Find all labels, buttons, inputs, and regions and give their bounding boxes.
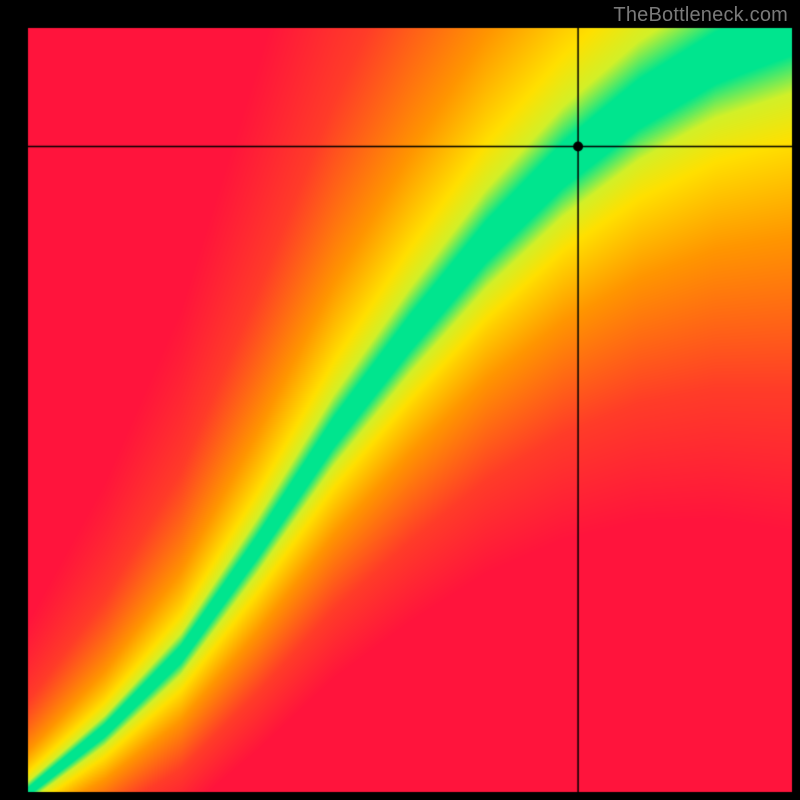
watermark-label: TheBottleneck.com [613,4,788,27]
heatmap-canvas [0,0,800,800]
bottleneck-heatmap: TheBottleneck.com [0,0,800,800]
